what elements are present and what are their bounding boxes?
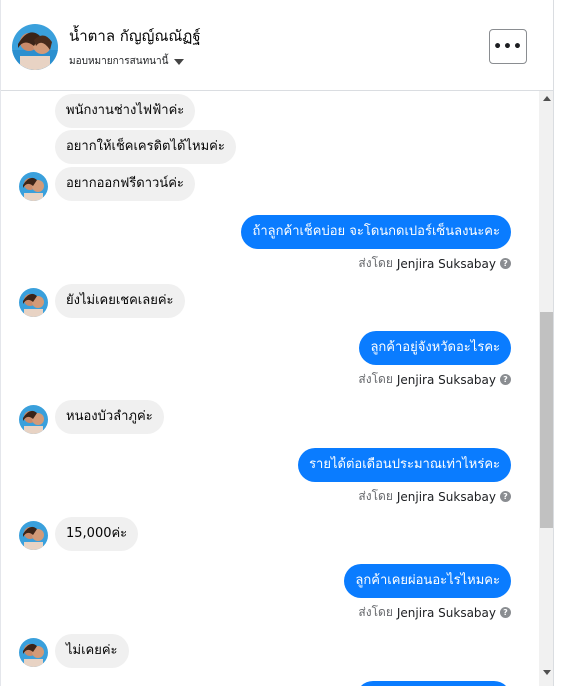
outgoing-message-partial	[356, 681, 511, 686]
scroll-up-arrow-icon[interactable]	[543, 96, 551, 101]
caret-down-icon	[174, 58, 185, 65]
sender-name: Jenjira Suksabay	[396, 605, 496, 620]
sent-by-prefix: ส่งโดย	[358, 256, 393, 270]
contact-avatar-small	[19, 172, 48, 201]
contact-avatar-small	[19, 638, 48, 667]
incoming-message: อยากให้เช็คเครดิตได้ไหมค่ะ	[55, 130, 236, 164]
incoming-message: ไม่เคยค่ะ	[55, 634, 129, 668]
conversation-panel: น้ำตาล กัญญ์ณณัฏฐ์ มอบหมายการสนทนานี้ ••…	[0, 0, 554, 686]
scrollbar-thumb[interactable]	[540, 312, 553, 528]
help-icon[interactable]: ?	[500, 258, 511, 269]
conversation-header: น้ำตาล กัญญ์ณณัฏฐ์ มอบหมายการสนทนานี้ ••…	[1, 0, 553, 91]
incoming-message: พนักงานช่างไฟฟ้าค่ะ	[55, 94, 196, 128]
incoming-message: 15,000ค่ะ	[55, 517, 139, 551]
help-icon[interactable]: ?	[500, 491, 511, 502]
contact-avatar-small	[19, 288, 48, 317]
sent-by-prefix: ส่งโดย	[358, 489, 393, 503]
scroll-down-arrow-icon[interactable]	[543, 670, 551, 675]
sent-by-label: ส่งโดย Jenjira Suksabay ?	[358, 487, 511, 506]
sent-by-label: ส่งโดย Jenjira Suksabay ?	[358, 603, 511, 622]
sent-by-label: ส่งโดย Jenjira Suksabay ?	[358, 254, 511, 273]
sent-by-label: ส่งโดย Jenjira Suksabay ?	[358, 370, 511, 389]
assign-conversation-label: มอบหมายการสนทนานี้	[69, 56, 169, 67]
help-icon[interactable]: ?	[500, 374, 511, 385]
outgoing-message: รายได้ต่อเดือนประมาณเท่าไหร่คะ	[298, 448, 511, 482]
contact-avatar[interactable]	[12, 24, 58, 70]
outgoing-message: ลูกค้าอยู่จังหวัดอะไรคะ	[359, 331, 511, 365]
sent-by-prefix: ส่งโดย	[358, 605, 393, 619]
contact-name: น้ำตาล กัญญ์ณณัฏฐ์	[69, 27, 201, 45]
incoming-message: หนองบัวลำภูค่ะ	[55, 400, 164, 434]
sender-name: Jenjira Suksabay	[396, 372, 496, 387]
assign-conversation-dropdown[interactable]: มอบหมายการสนทนานี้	[69, 54, 185, 69]
sent-by-prefix: ส่งโดย	[358, 372, 393, 386]
contact-avatar-small	[19, 405, 48, 434]
sender-name: Jenjira Suksabay	[396, 256, 496, 271]
sender-name: Jenjira Suksabay	[396, 489, 496, 504]
contact-avatar-small	[19, 521, 48, 550]
more-options-button[interactable]: •••	[489, 29, 527, 64]
outgoing-message: ถ้าลูกค้าเช็คบ่อย จะโดนกดเปอร์เซ็นลงนะคะ	[241, 215, 511, 249]
outgoing-message: ลูกค้าเคยผ่อนอะไรไหมคะ	[344, 564, 511, 598]
incoming-message: ยังไม่เคยเชคเลยค่ะ	[55, 284, 185, 318]
message-list: พนักงานช่างไฟฟ้าค่ะ อยากให้เช็คเครดิตได้…	[1, 91, 539, 686]
scrollbar[interactable]	[539, 91, 553, 686]
help-icon[interactable]: ?	[500, 607, 511, 618]
incoming-message: อยากออกฟรีดาวน์ค่ะ	[55, 167, 195, 201]
